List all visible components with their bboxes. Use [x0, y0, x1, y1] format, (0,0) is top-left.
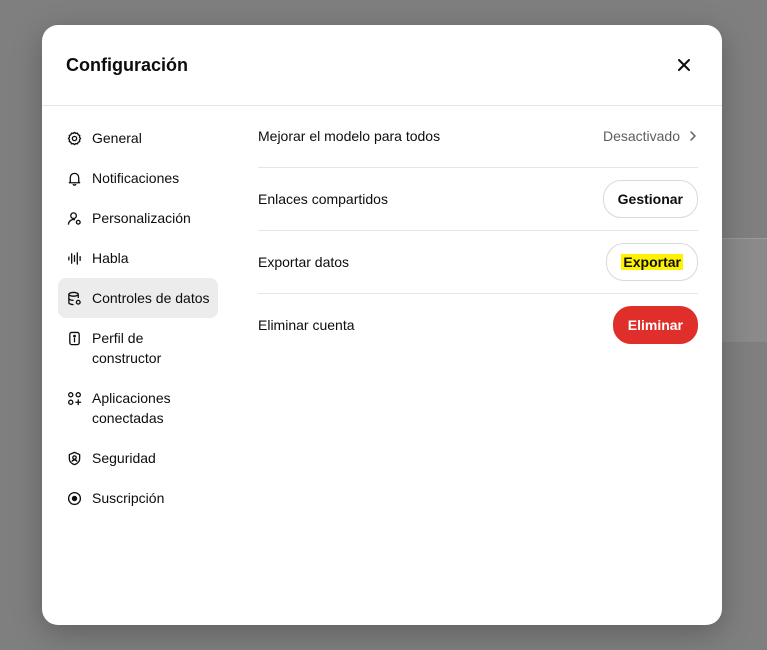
sidebar-item-connected-apps[interactable]: Aplicaciones conectadas	[58, 378, 218, 438]
sidebar-item-general[interactable]: General	[58, 118, 218, 158]
delete-button[interactable]: Eliminar	[612, 306, 698, 344]
sidebar-item-speech[interactable]: Habla	[58, 238, 218, 278]
id-card-icon	[66, 328, 82, 348]
sidebar-item-data-controls[interactable]: Controles de datos	[58, 278, 218, 318]
sidebar-item-label: Habla	[92, 250, 129, 266]
modal-title: Configuración	[66, 55, 188, 75]
shield-icon	[66, 448, 82, 468]
improve-model-label: Mejorar el modelo para todos	[258, 128, 441, 144]
delete-account-label: Eliminar cuenta	[258, 317, 355, 333]
improve-model-toggle[interactable]: Desactivado	[603, 128, 698, 144]
close-icon	[678, 59, 690, 71]
bell-icon	[66, 168, 82, 188]
waveform-icon	[66, 248, 82, 268]
sidebar-item-label: General	[92, 130, 142, 146]
background-panel	[722, 238, 767, 342]
chevron-right-icon	[690, 131, 696, 141]
subscription-icon	[66, 488, 82, 508]
improve-model-value: Desactivado	[602, 128, 680, 144]
modal-header: Configuración	[42, 25, 722, 106]
sidebar-item-notifications[interactable]: Notificaciones	[58, 158, 218, 198]
settings-sidebar: General Notificaciones Personalización H…	[58, 118, 218, 518]
settings-row-shared-links: Enlaces compartidos Gestionar	[258, 168, 698, 231]
sidebar-item-label: Aplicaciones conectadas	[92, 390, 171, 426]
gear-icon	[66, 128, 82, 148]
sidebar-item-subscription[interactable]: Suscripción	[58, 478, 218, 518]
sidebar-item-label: Perfil de constructor	[92, 330, 162, 366]
data-controls-panel: Mejorar el modelo para todos Desactivado…	[258, 105, 698, 356]
export-data-label: Exportar datos	[258, 254, 350, 270]
sidebar-item-builder-profile[interactable]: Perfil de constructor	[58, 318, 218, 378]
sidebar-item-security[interactable]: Seguridad	[58, 438, 218, 478]
settings-row-improve-model: Mejorar el modelo para todos Desactivado	[258, 105, 698, 168]
sidebar-item-label: Personalización	[92, 210, 191, 226]
sidebar-item-label: Controles de datos	[92, 290, 210, 306]
settings-row-delete-account: Eliminar cuenta Eliminar	[258, 294, 698, 356]
sidebar-item-label: Seguridad	[92, 450, 156, 466]
database-icon	[66, 288, 82, 308]
export-button-label: Exportar	[621, 254, 683, 270]
close-button[interactable]	[670, 51, 698, 79]
sidebar-item-label: Suscripción	[92, 490, 165, 506]
shared-links-label: Enlaces compartidos	[258, 191, 388, 207]
user-settings-icon	[66, 208, 82, 228]
manage-button[interactable]: Gestionar	[602, 180, 698, 218]
sidebar-item-label: Notificaciones	[92, 170, 180, 186]
export-button[interactable]: Exportar	[606, 243, 698, 281]
settings-row-export-data: Exportar datos Exportar	[258, 231, 698, 294]
settings-modal: Configuración General Notificaciones Per…	[42, 25, 722, 625]
sidebar-item-personalization[interactable]: Personalización	[58, 198, 218, 238]
apps-icon	[66, 388, 82, 408]
